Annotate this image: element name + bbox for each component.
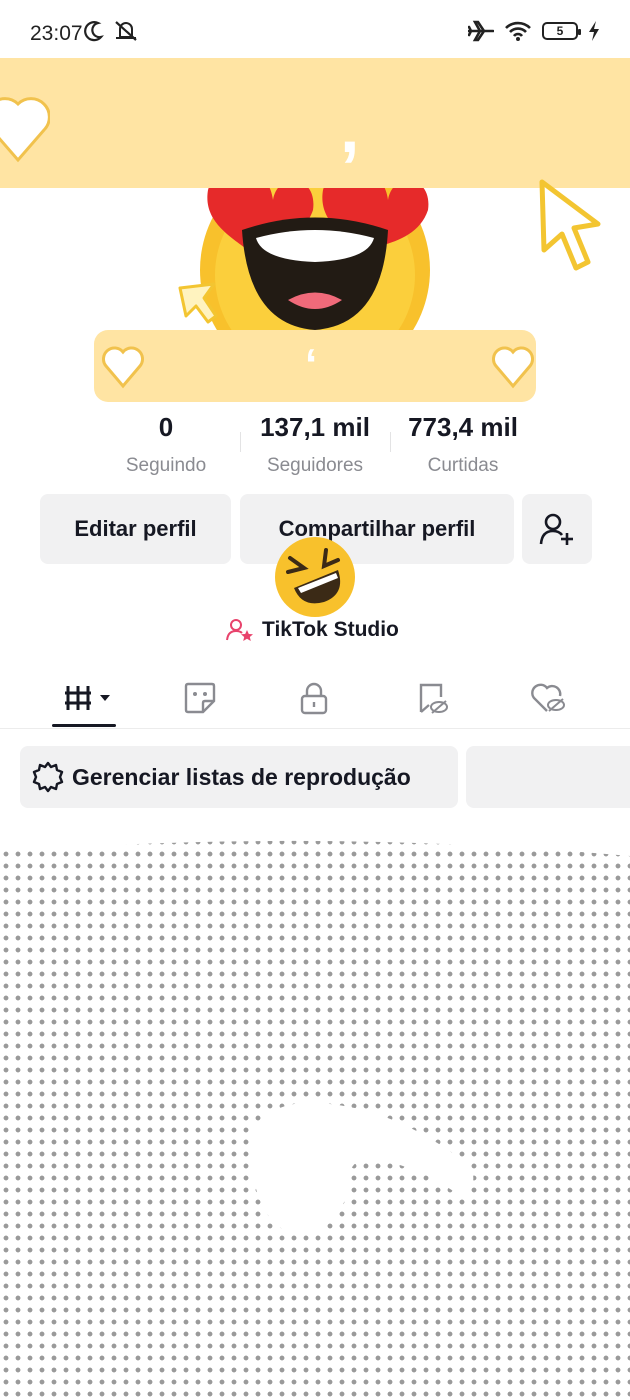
- mute-icon: [115, 21, 137, 41]
- status-icons-right: 5: [468, 20, 600, 42]
- manage-playlists-label: Gerenciar listas de reprodução: [72, 763, 411, 790]
- sticker-icon: [184, 682, 216, 714]
- video-thumbnail[interactable]: [0, 836, 630, 1400]
- tab-liked[interactable]: [528, 680, 568, 716]
- add-friend-button[interactable]: [522, 494, 592, 564]
- grid-icon: [65, 686, 110, 710]
- tiktok-studio-label: TikTok Studio: [262, 618, 399, 641]
- status-time: 23:07: [30, 22, 83, 45]
- moon-icon: [84, 21, 104, 42]
- tab-active-indicator: [52, 724, 116, 727]
- creator-icon: [226, 619, 253, 641]
- followers-count: 137,1 mil: [260, 412, 370, 442]
- tab-saved[interactable]: [412, 680, 452, 716]
- add-user-icon: [539, 513, 573, 545]
- tab-stickers[interactable]: [180, 680, 220, 716]
- tab-private[interactable]: [294, 680, 334, 716]
- heart-hidden-icon: [531, 683, 565, 712]
- likes-label: Curtidas: [427, 455, 499, 476]
- playlist-placeholder[interactable]: [466, 746, 630, 808]
- lock-icon: [300, 682, 328, 715]
- following-count: 0: [158, 412, 174, 442]
- tab-videos[interactable]: [64, 680, 114, 716]
- following-label: Seguindo: [125, 455, 207, 476]
- cursor-icon: [539, 179, 601, 271]
- wifi-icon: [505, 21, 531, 41]
- cursor-small-icon: [178, 282, 218, 324]
- airplane-icon: [468, 20, 494, 42]
- laughing-emoji-icon: [275, 537, 355, 617]
- followers-label: Seguidores: [266, 455, 364, 476]
- bookmark-hidden-icon: [419, 683, 448, 714]
- heart-right-icon: [492, 346, 534, 389]
- likes-count: 773,4 mil: [408, 412, 518, 442]
- thumbnail-art: [0, 836, 630, 1236]
- stat-following[interactable]: 0 Seguindo: [86, 412, 246, 477]
- stat-likes[interactable]: 773,4 mil Curtidas: [383, 412, 543, 477]
- heart-icon: [0, 97, 50, 163]
- edit-profile-button[interactable]: Editar perfil: [40, 494, 231, 564]
- heart-left-icon: [102, 346, 144, 389]
- gear-icon: [32, 761, 64, 793]
- charging-icon: [589, 21, 599, 41]
- status-icons-left: [84, 20, 140, 42]
- battery-icon: 5: [542, 22, 581, 40]
- stat-followers[interactable]: 137,1 mil Seguidores: [235, 412, 395, 477]
- profile-banner-top: [0, 58, 630, 188]
- battery-level: 5: [556, 24, 564, 38]
- banner-top-text: ,: [340, 89, 360, 167]
- banner-bottom-text: ‘: [305, 340, 318, 389]
- tiktok-studio-link[interactable]: TikTok Studio: [226, 618, 399, 642]
- manage-playlists-button[interactable]: Gerenciar listas de reprodução: [20, 746, 458, 808]
- profile-tabs: [0, 668, 630, 729]
